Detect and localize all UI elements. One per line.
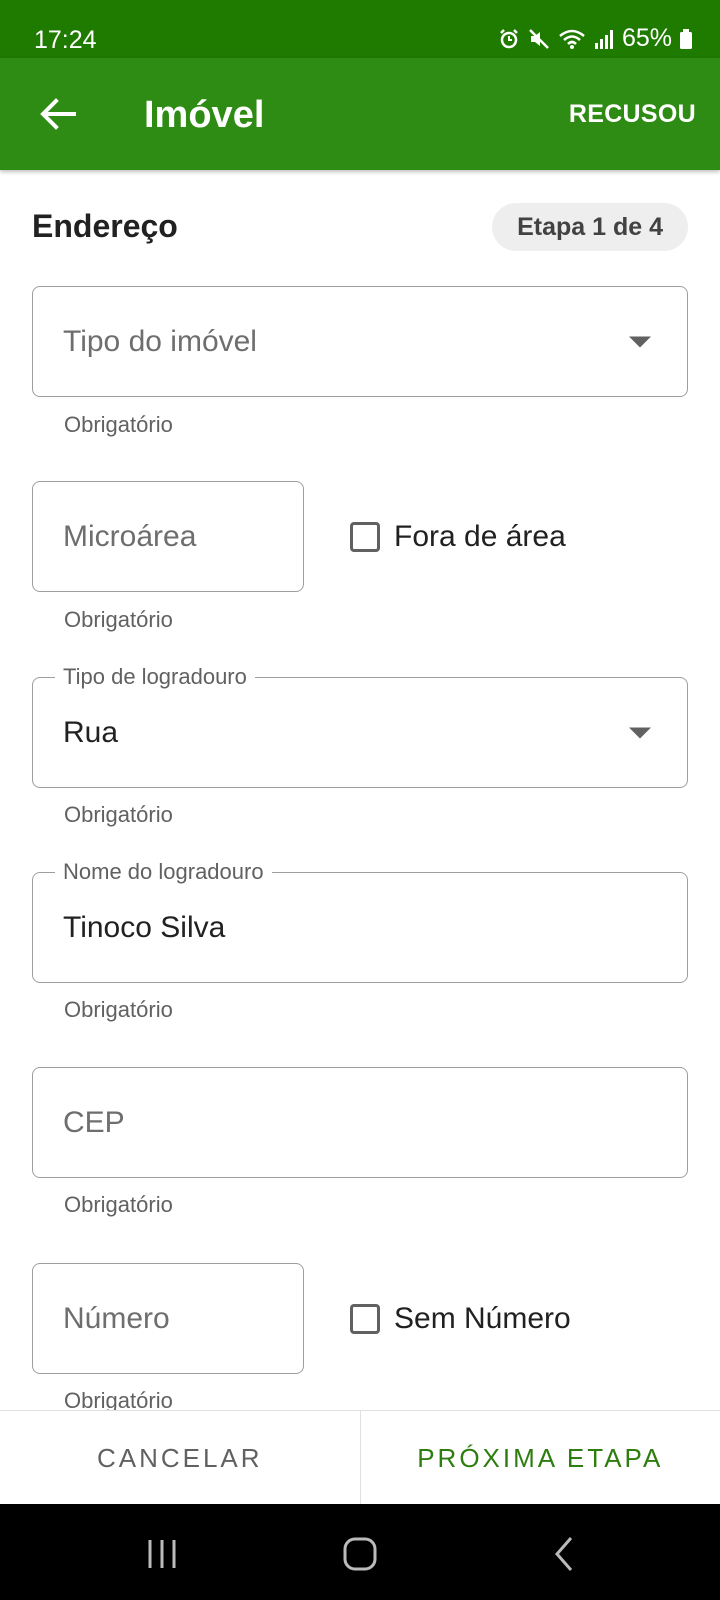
- property-type-helper: Obrigatório: [64, 412, 173, 437]
- street-name-value: Tinoco Silva: [63, 910, 226, 944]
- home-button[interactable]: [340, 1534, 380, 1574]
- refused-button[interactable]: RECUSOU: [569, 100, 696, 129]
- no-number-label: Sem Número: [394, 1302, 571, 1335]
- step-label: Etapa 1 de 4: [517, 212, 663, 241]
- action-bar: CANCELAR PRÓXIMA ETAPA: [0, 1410, 720, 1505]
- microarea-placeholder: Microárea: [63, 519, 197, 553]
- out-of-area-checkbox[interactable]: Fora de área: [350, 520, 566, 554]
- cep-input[interactable]: CEP: [32, 1067, 688, 1178]
- property-type-placeholder: Tipo do imóvel: [63, 324, 257, 358]
- street-type-helper: Obrigatório: [64, 802, 173, 827]
- system-nav-bar: [0, 1504, 720, 1600]
- nav-back-icon: [555, 1537, 573, 1571]
- page-title: Imóvel: [144, 94, 265, 136]
- microarea-input[interactable]: Microárea: [32, 481, 304, 592]
- cancel-button[interactable]: CANCELAR: [0, 1411, 361, 1505]
- number-input[interactable]: Número: [32, 1263, 304, 1374]
- arrow-left-icon: [40, 98, 76, 130]
- home-icon: [343, 1537, 377, 1571]
- out-of-area-label: Fora de área: [394, 520, 566, 553]
- street-type-label: Tipo de logradouro: [55, 663, 255, 691]
- status-bar: 17:24 65%: [0, 0, 720, 58]
- battery-percent: 65%: [621, 24, 672, 52]
- cep-placeholder: CEP: [63, 1105, 125, 1139]
- number-placeholder: Número: [63, 1301, 170, 1335]
- status-time: 17:24: [34, 26, 97, 54]
- street-name-helper: Obrigatório: [64, 997, 173, 1022]
- dropdown-arrow-icon: [629, 336, 651, 347]
- out-of-area-box[interactable]: [350, 522, 380, 552]
- recents-button[interactable]: [142, 1534, 182, 1574]
- property-type-select[interactable]: Tipo do imóvel: [32, 286, 688, 397]
- street-type-select[interactable]: Tipo de logradouro Rua: [32, 663, 688, 788]
- no-number-box[interactable]: [350, 1304, 380, 1334]
- microarea-helper: Obrigatório: [64, 607, 173, 632]
- no-number-checkbox[interactable]: Sem Número: [350, 1302, 571, 1336]
- next-step-button[interactable]: PRÓXIMA ETAPA: [361, 1411, 720, 1505]
- street-type-value: Rua: [63, 715, 119, 749]
- battery-icon: [680, 28, 692, 49]
- nav-back-button[interactable]: [545, 1534, 585, 1574]
- status-icons: 65%: [498, 24, 692, 53]
- street-name-input[interactable]: Nome do logradouro Tinoco Silva: [32, 858, 688, 983]
- recents-icon: [148, 1540, 176, 1568]
- alarm-icon: [500, 28, 518, 48]
- app-bar: Imóvel RECUSOU: [0, 58, 720, 170]
- street-name-label: Nome do logradouro: [55, 858, 272, 886]
- dropdown-arrow-icon: [629, 727, 651, 738]
- section-title: Endereço: [32, 208, 178, 244]
- signal-icon: [594, 29, 613, 49]
- cep-helper: Obrigatório: [64, 1192, 173, 1217]
- mute-icon: [529, 28, 549, 49]
- step-indicator: Etapa 1 de 4: [492, 203, 688, 251]
- wifi-icon: [559, 29, 585, 49]
- back-button[interactable]: [36, 92, 80, 136]
